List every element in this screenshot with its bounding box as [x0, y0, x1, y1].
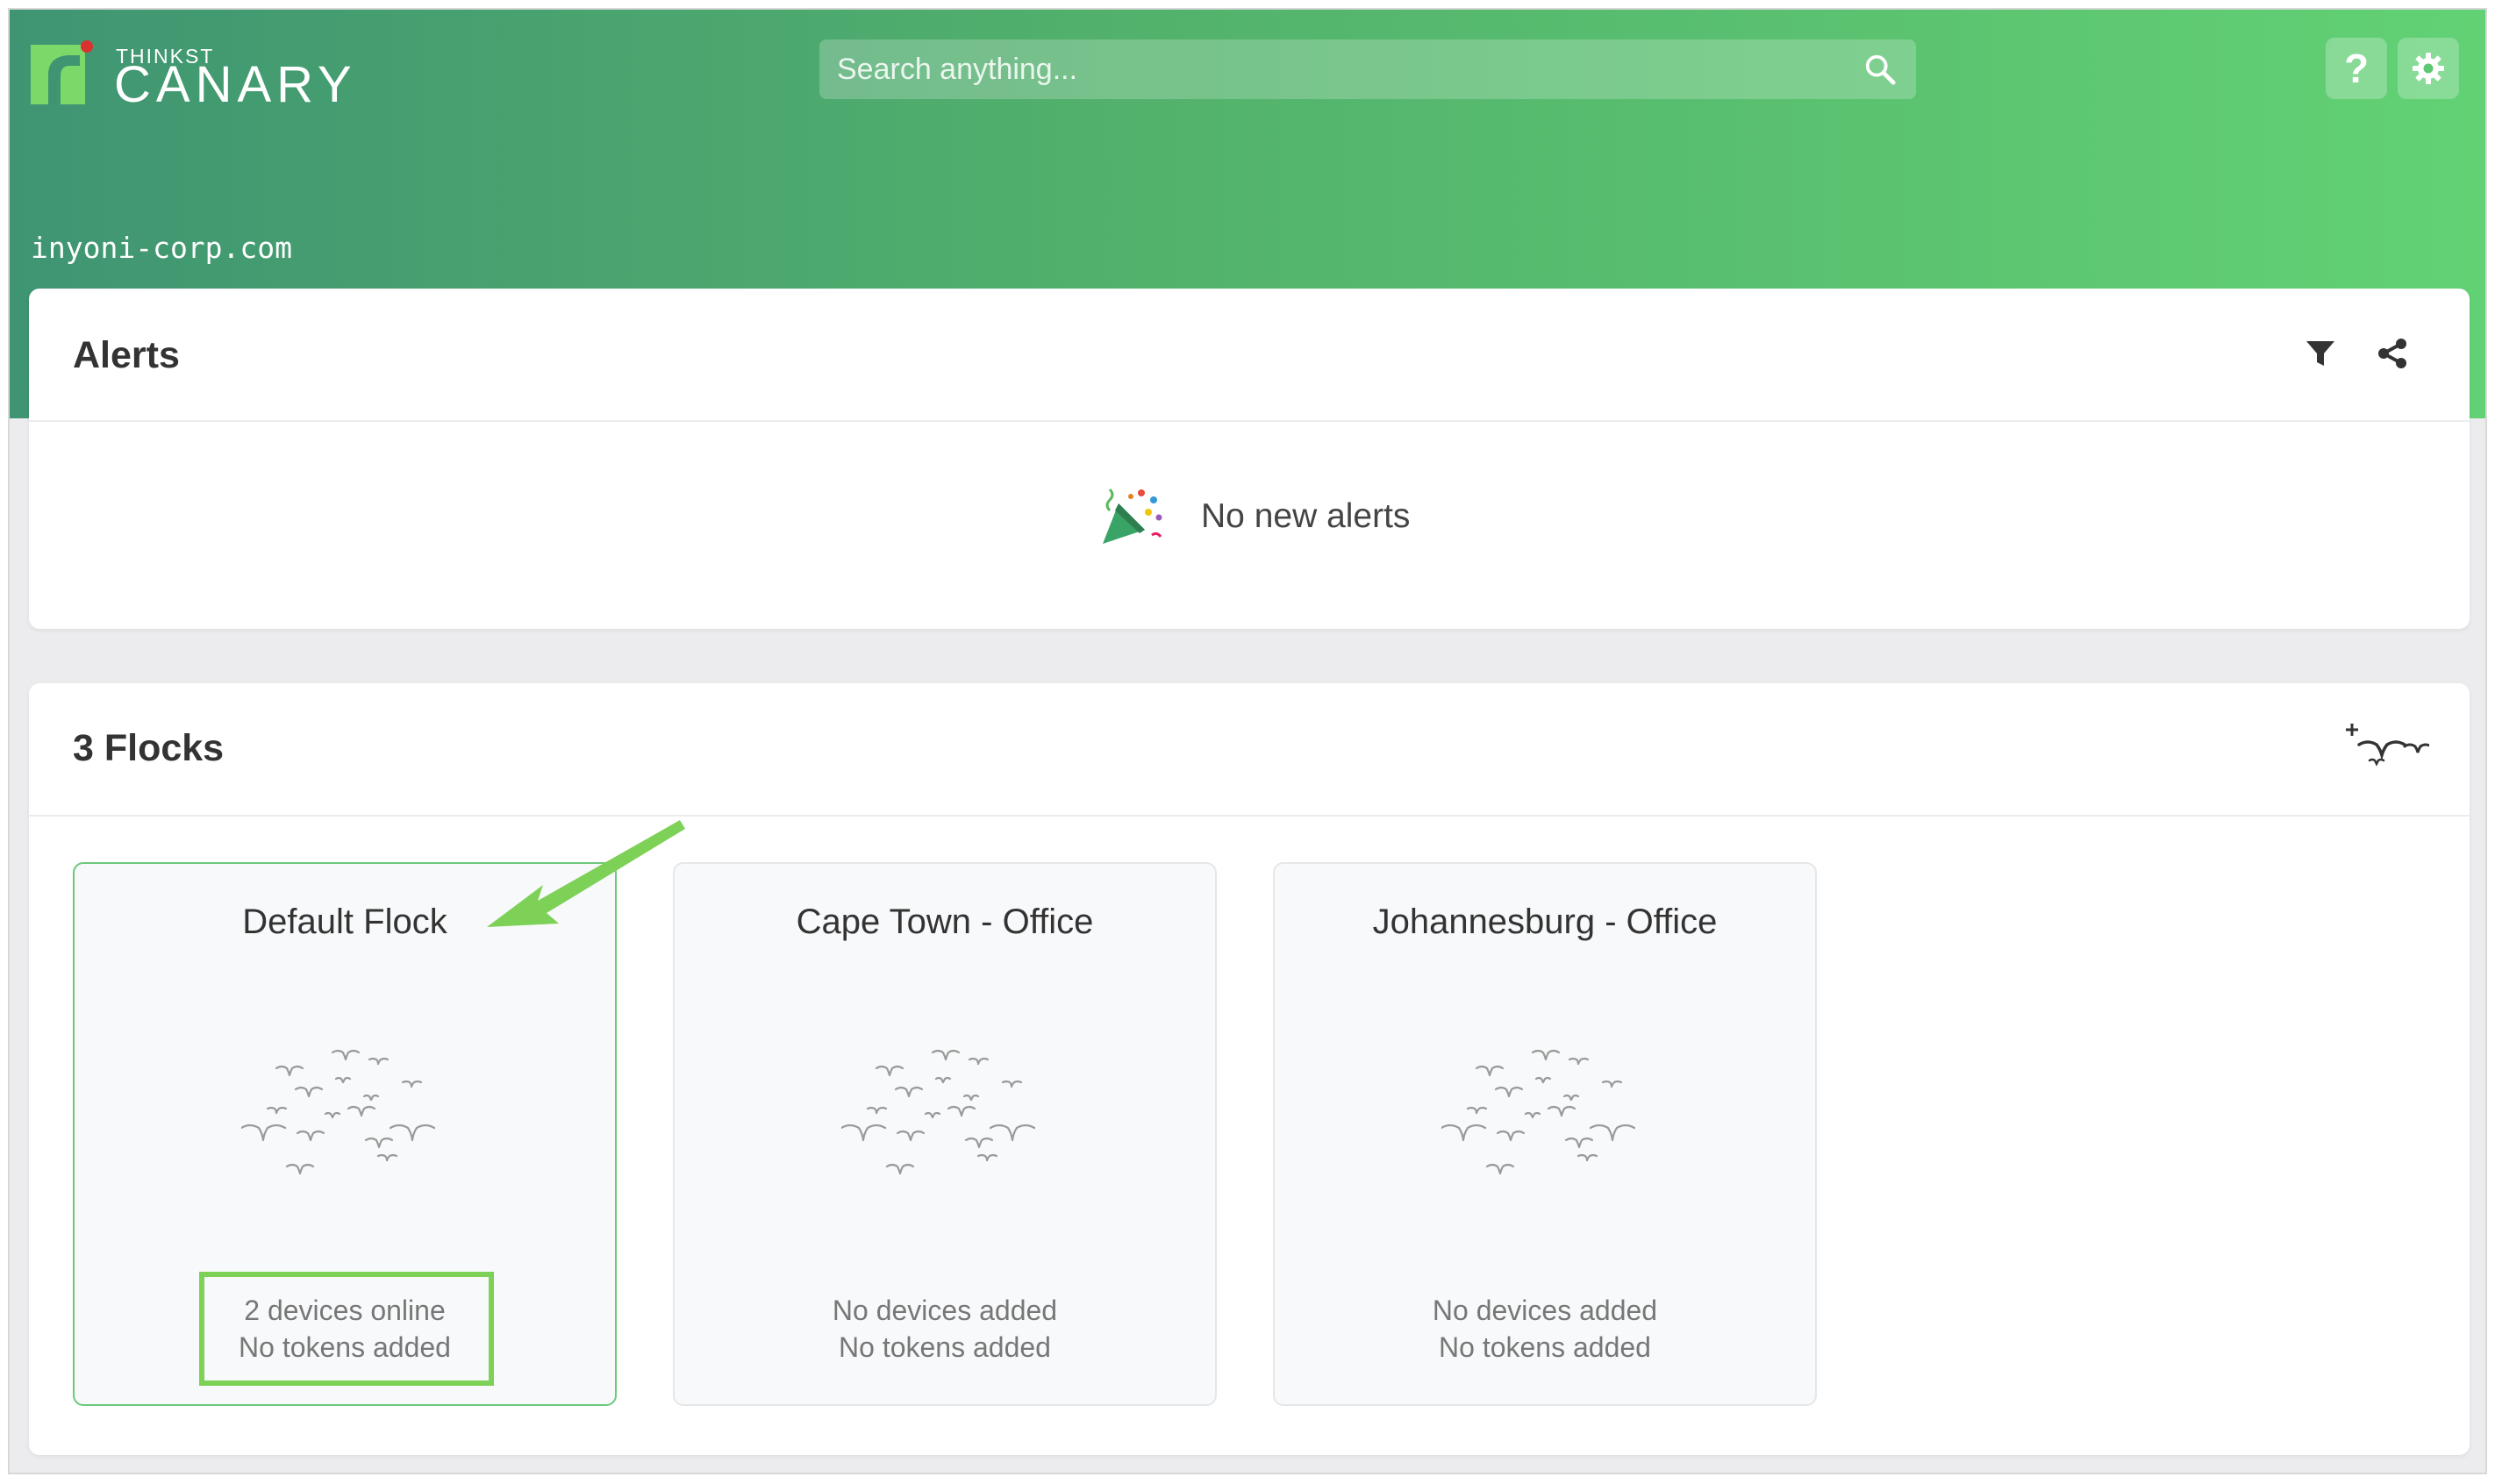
brand-name: CANARY — [114, 56, 357, 113]
search-icon[interactable] — [1863, 53, 1897, 86]
flock-birds-icon — [841, 1049, 1036, 1175]
flock-name: Johannesburg - Office — [1372, 903, 1718, 941]
alerts-card: Alerts No new alerts — [29, 289, 2470, 629]
share-icon[interactable] — [2375, 336, 2410, 371]
flock-stats: No devices added No tokens added — [1275, 1292, 1815, 1366]
gear-icon — [2413, 53, 2444, 84]
flock-stats: No devices added No tokens added — [675, 1292, 1215, 1366]
app-window: THINKST CANARY ? i — [8, 8, 2487, 1474]
flock-devices-status: No devices added — [832, 1295, 1058, 1326]
flock-birds-icon — [241, 1049, 436, 1175]
party-popper-icon — [1103, 488, 1162, 544]
empty-alerts: No new alerts — [1099, 486, 1410, 547]
flock-tokens-status: No tokens added — [839, 1331, 1051, 1363]
flock-birds-icon — [1441, 1049, 1636, 1175]
alerts-title: Alerts — [73, 334, 180, 376]
settings-button[interactable] — [2398, 38, 2459, 99]
flock-card-default[interactable]: Default Flock 2 devices online No tokens… — [73, 862, 617, 1406]
add-flock-icon[interactable] — [2345, 722, 2429, 771]
flock-card-cape-town[interactable]: Cape Town - Office No devices added No t… — [673, 862, 1217, 1406]
flocks-title: 3 Flocks — [73, 727, 225, 769]
search-input[interactable] — [819, 39, 1916, 99]
flock-name: Cape Town - Office — [796, 903, 1094, 941]
search-box — [819, 39, 1916, 99]
flocks-divider — [29, 815, 2470, 817]
help-button[interactable]: ? — [2326, 38, 2387, 99]
filter-icon[interactable] — [2303, 336, 2338, 371]
alerts-divider — [29, 420, 2470, 422]
flock-card-johannesburg[interactable]: Johannesburg - Office No devices added N… — [1273, 862, 1817, 1406]
highlight-box — [199, 1272, 494, 1386]
annotation-arrow-icon — [487, 820, 685, 927]
no-alerts-message: No new alerts — [1201, 497, 1411, 535]
flock-devices-status: No devices added — [1432, 1295, 1658, 1326]
help-icon: ? — [2343, 46, 2370, 91]
account-domain: inyoni-corp.com — [31, 231, 293, 265]
canary-logo-icon[interactable] — [29, 39, 97, 110]
flocks-card: 3 Flocks Default Flock 2 devices online … — [29, 683, 2470, 1455]
flock-tokens-status: No tokens added — [1439, 1331, 1651, 1363]
